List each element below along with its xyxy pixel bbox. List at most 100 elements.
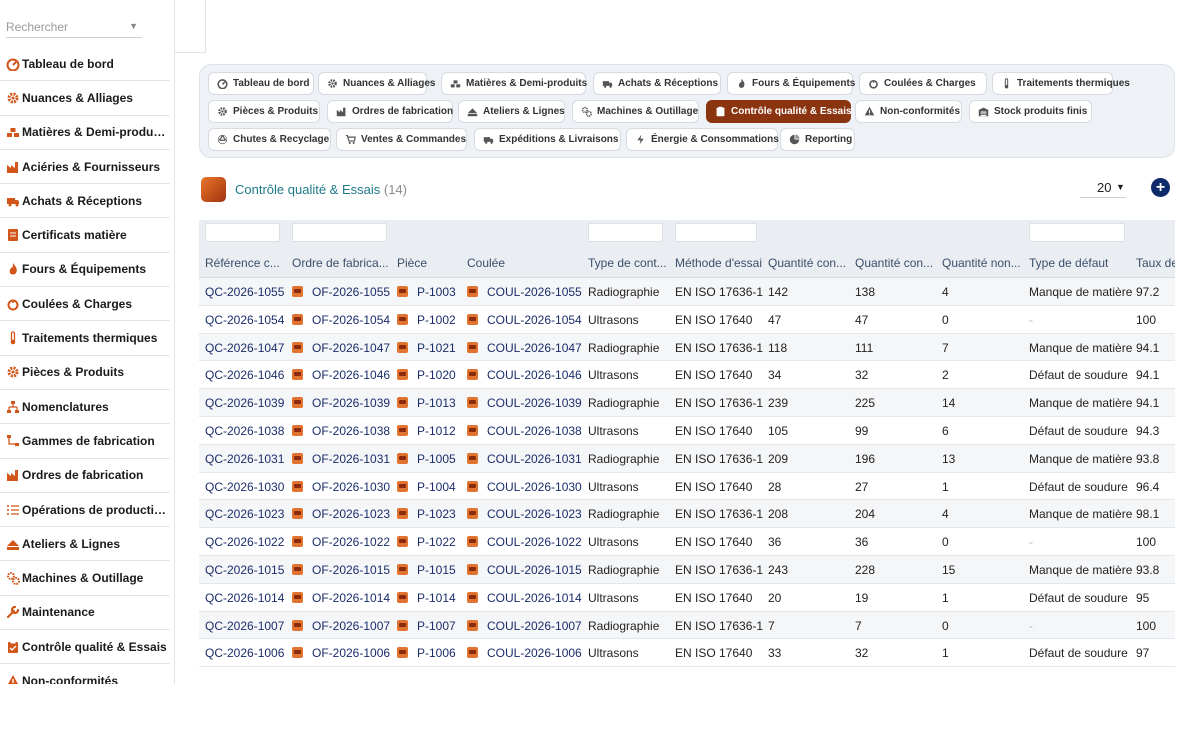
table-cell[interactable]: QC-2026-1030 xyxy=(205,480,284,494)
column-header[interactable]: Référence c... xyxy=(205,256,280,270)
table-cell[interactable]: P-1004 xyxy=(397,480,456,494)
table-cell[interactable]: COUL-2026-1007 xyxy=(467,619,582,633)
record-link-icon[interactable] xyxy=(292,563,303,575)
table-cell[interactable]: OF-2026-1007 xyxy=(292,619,390,633)
table-cell[interactable]: P-1007 xyxy=(397,619,456,633)
column-filter-input[interactable] xyxy=(675,223,757,242)
tab[interactable]: Tableau de bord xyxy=(208,72,314,95)
table-cell[interactable]: P-1005 xyxy=(397,452,456,466)
table-row[interactable]: QC-2026-1047 OF-2026-1047 P-1021 COUL-2026-… xyxy=(199,333,1175,362)
record-link-icon[interactable] xyxy=(292,591,303,603)
table-row[interactable]: QC-2026-1054 OF-2026-1054 P-1002 COUL-2026-… xyxy=(199,306,1175,334)
table-cell[interactable]: QC-2026-1007 xyxy=(205,619,284,633)
column-header[interactable]: Ordre de fabrica... xyxy=(292,256,389,270)
record-link-icon[interactable] xyxy=(467,286,478,297)
record-link-icon[interactable] xyxy=(397,341,408,353)
record-link-icon[interactable] xyxy=(292,647,303,659)
record-link-icon[interactable] xyxy=(397,313,408,325)
column-filter-input[interactable] xyxy=(292,223,387,242)
table-cell[interactable]: OF-2026-1055 xyxy=(292,285,390,299)
table-cell[interactable]: P-1021 xyxy=(397,341,456,355)
table-cell[interactable]: P-1014 xyxy=(397,591,456,605)
column-filter-input[interactable] xyxy=(588,223,663,242)
table-cell[interactable]: COUL-2026-1038 xyxy=(467,424,582,438)
sidebar-item[interactable]: Aciéries & Fournisseurs xyxy=(0,150,170,185)
record-link-icon[interactable] xyxy=(467,647,478,659)
table-cell[interactable]: OF-2026-1022 xyxy=(292,535,390,549)
table-cell[interactable]: COUL-2026-1022 xyxy=(467,535,582,549)
sidebar-item[interactable]: Opérations de production xyxy=(0,493,170,528)
table-cell[interactable]: OF-2026-1047 xyxy=(292,341,390,355)
sidebar-item[interactable]: Matières & Demi-produits xyxy=(0,116,170,150)
record-link-icon[interactable] xyxy=(397,424,408,436)
table-cell[interactable]: COUL-2026-1039 xyxy=(467,396,582,410)
record-link-icon[interactable] xyxy=(292,341,303,353)
column-header[interactable]: Quantité con... xyxy=(855,256,933,270)
sidebar-item[interactable]: Gammes de fabrication xyxy=(0,424,170,459)
record-link-icon[interactable] xyxy=(292,369,303,381)
table-cell[interactable]: COUL-2026-1014 xyxy=(467,591,582,605)
table-cell[interactable]: QC-2026-1031 xyxy=(205,452,284,466)
sidebar-item[interactable]: Nomenclatures xyxy=(0,390,170,425)
table-row[interactable]: QC-2026-1039 OF-2026-1039 P-1013 COUL-2026-… xyxy=(199,389,1175,417)
table-cell[interactable]: P-1002 xyxy=(397,313,456,327)
table-cell[interactable]: OF-2026-1030 xyxy=(292,480,390,494)
table-cell[interactable]: OF-2026-1054 xyxy=(292,313,390,327)
column-filter-input[interactable] xyxy=(1029,223,1125,242)
column-header[interactable]: Quantité con... xyxy=(768,256,846,270)
table-cell[interactable]: COUL-2026-1055 xyxy=(467,285,582,299)
record-link-icon[interactable] xyxy=(292,480,303,492)
table-cell[interactable]: P-1023 xyxy=(397,507,456,521)
search-select[interactable]: Rechercher ▼ xyxy=(6,18,142,38)
tab[interactable]: Expéditions & Livraisons xyxy=(474,128,621,151)
table-row[interactable]: QC-2026-1014 OF-2026-1014 P-1014 COUL-2026-… xyxy=(199,584,1175,612)
column-header[interactable]: Coulée xyxy=(467,256,505,270)
table-cell[interactable]: COUL-2026-1006 xyxy=(467,646,582,660)
tab[interactable]: Ateliers & Lignes xyxy=(458,100,565,123)
column-header[interactable]: Méthode d'essai xyxy=(675,256,762,270)
record-link-icon[interactable] xyxy=(292,619,303,631)
table-cell[interactable]: QC-2026-1023 xyxy=(205,507,284,521)
table-cell[interactable]: QC-2026-1015 xyxy=(205,563,284,577)
record-link-icon[interactable] xyxy=(397,452,408,464)
tab[interactable]: Ventes & Commandes xyxy=(336,128,467,151)
tab[interactable]: Achats & Réceptions xyxy=(593,72,721,95)
chevron-down-icon[interactable]: ▼ xyxy=(129,21,138,31)
table-cell[interactable]: QC-2026-1055 xyxy=(205,285,284,299)
tab[interactable]: Chutes & Recyclage xyxy=(208,128,331,151)
table-row[interactable]: QC-2026-1023 OF-2026-1023 P-1023 COUL-2026-… xyxy=(199,500,1175,529)
sidebar-item[interactable]: Fours & Équipements xyxy=(0,253,170,288)
tab[interactable]: Fours & Équipements xyxy=(727,72,855,95)
record-link-icon[interactable] xyxy=(467,424,478,436)
table-cell[interactable]: P-1006 xyxy=(397,646,456,660)
record-link-icon[interactable] xyxy=(397,397,408,409)
record-link-icon[interactable] xyxy=(292,424,303,436)
table-row[interactable]: QC-2026-1031 OF-2026-1031 P-1005 COUL-2026-… xyxy=(199,444,1175,473)
table-cell[interactable]: P-1022 xyxy=(397,535,456,549)
table-cell[interactable]: COUL-2026-1015 xyxy=(467,563,582,577)
table-cell[interactable]: P-1012 xyxy=(397,424,456,438)
table-cell[interactable]: OF-2026-1039 xyxy=(292,396,390,410)
table-cell[interactable]: COUL-2026-1047 xyxy=(467,341,582,355)
table-cell[interactable]: COUL-2026-1054 xyxy=(467,313,582,327)
table-cell[interactable]: COUL-2026-1023 xyxy=(467,507,582,521)
tab[interactable]: Ordres de fabrication xyxy=(327,100,453,123)
add-record-button[interactable]: + xyxy=(1151,178,1170,197)
record-link-icon[interactable] xyxy=(397,647,408,659)
record-link-icon[interactable] xyxy=(292,508,303,520)
record-link-icon[interactable] xyxy=(397,536,408,548)
tab[interactable]: Nuances & Alliages xyxy=(318,72,435,95)
table-cell[interactable]: OF-2026-1006 xyxy=(292,646,390,660)
column-header[interactable]: Type de défaut xyxy=(1029,256,1108,270)
tab[interactable]: Non-conformités xyxy=(855,100,962,123)
table-cell[interactable]: OF-2026-1038 xyxy=(292,424,390,438)
tab[interactable]: Stock produits finis xyxy=(969,100,1092,123)
table-row[interactable]: QC-2026-1055 OF-2026-1055 P-1003 COUL-2026-… xyxy=(199,278,1175,306)
record-link-icon[interactable] xyxy=(467,313,478,325)
table-cell[interactable]: QC-2026-1006 xyxy=(205,646,284,660)
table-cell[interactable]: QC-2026-1039 xyxy=(205,396,284,410)
sidebar-item[interactable]: Coulées & Charges xyxy=(0,287,170,322)
tab[interactable]: Pièces & Produits xyxy=(208,100,320,123)
tab[interactable]: Coulées & Charges xyxy=(859,72,987,95)
record-link-icon[interactable] xyxy=(467,369,478,381)
